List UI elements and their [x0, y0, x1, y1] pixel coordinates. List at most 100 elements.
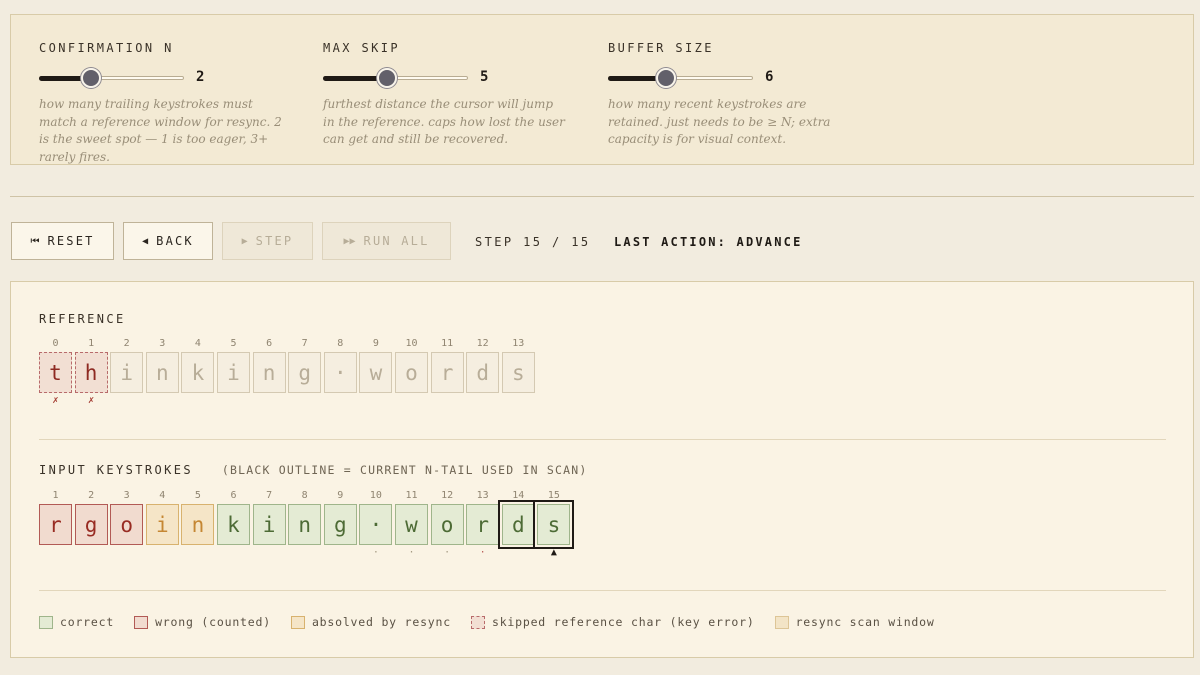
setting-buffer-size: BUFFER SIZE 6 how many recent keystrokes… — [608, 41, 858, 149]
input-index: 8 — [301, 490, 308, 501]
legend-item-window: resync scan window — [774, 615, 935, 629]
input-cell: 7i — [252, 490, 286, 561]
reset-button[interactable]: ⏮ RESET — [11, 222, 114, 260]
reference-char: s — [501, 352, 535, 393]
skip-back-icon: ⏮ — [30, 235, 40, 247]
reference-char: d — [466, 352, 500, 393]
reference-cell: 5i — [217, 338, 250, 409]
reference-index: 13 — [512, 338, 525, 349]
input-char: s — [537, 504, 571, 545]
reference-cell: 7g — [288, 338, 322, 409]
input-mark — [288, 547, 321, 561]
input-index: 9 — [337, 490, 344, 501]
scan-window-mark: · — [479, 547, 486, 558]
reference-cell: 12 d — [466, 338, 500, 409]
input-cell: 15 s ▲ — [537, 490, 571, 561]
reference-index: 1 — [88, 338, 95, 349]
section-divider — [39, 590, 1166, 591]
reference-mark — [502, 395, 535, 409]
input-mark — [39, 547, 72, 561]
slider-thumb[interactable] — [656, 68, 676, 88]
input-char: r — [39, 504, 72, 545]
input-index: 4 — [159, 490, 166, 501]
legend-label: resync scan window — [795, 615, 935, 629]
input-note: (BLACK OUTLINE = CURRENT N-TAIL USED IN … — [221, 463, 588, 477]
run-all-button[interactable]: ▶▶ RUN ALL — [322, 222, 451, 260]
input-cell: 11 w · — [395, 490, 428, 561]
input-index: 7 — [266, 490, 273, 501]
divider — [10, 196, 1194, 197]
legend-label: correct — [60, 615, 115, 629]
reference-index: 10 — [405, 338, 418, 349]
buffer-size-slider[interactable]: 6 — [608, 67, 858, 89]
input-cell: 1r — [39, 490, 72, 561]
input-cell: 3o — [110, 490, 144, 561]
slider-thumb[interactable] — [376, 68, 397, 88]
input-index: 3 — [123, 490, 130, 501]
reference-mark — [253, 395, 286, 409]
step-counter: STEP 15 / 15 — [475, 235, 591, 249]
input-cell: 8n — [288, 490, 322, 561]
input-cell: 5n — [181, 490, 215, 561]
reference-label: REFERENCE — [39, 312, 126, 326]
reference-mark — [110, 395, 143, 409]
reference-mark — [395, 395, 428, 409]
input-cell: 9g — [323, 490, 357, 561]
reference-char: n — [145, 352, 179, 393]
input-index: 11 — [405, 490, 418, 501]
reference-mark — [359, 395, 392, 409]
reset-label: RESET — [47, 234, 95, 248]
max-skip-slider[interactable]: 5 — [323, 67, 573, 89]
input-char: o — [110, 504, 144, 545]
input-keystrokes-label: INPUT KEYSTROKES (BLACK OUTLINE = CURREN… — [39, 463, 587, 477]
reference-cell: 3n — [145, 338, 179, 409]
slider-thumb[interactable] — [81, 68, 102, 88]
input-mark — [217, 547, 250, 561]
reference-char: t — [39, 352, 72, 393]
input-cell: 14 d — [501, 490, 535, 561]
reference-char: i — [217, 352, 250, 393]
legend-label: wrong (counted) — [155, 615, 271, 629]
reference-char: w — [359, 352, 393, 393]
input-cell: 10 · · — [359, 490, 393, 561]
legend-swatch — [290, 615, 305, 629]
legend-swatch — [134, 615, 149, 629]
setting-confirmation-n: CONFIRMATION N 2 how many trailing keyst… — [39, 41, 289, 166]
reference-index: 12 — [476, 338, 489, 349]
reference-index: 0 — [52, 338, 59, 349]
back-label: BACK — [156, 234, 194, 248]
input-mark — [253, 547, 286, 561]
back-arrow-icon: ◀ — [142, 235, 149, 247]
reference-index: 7 — [301, 338, 308, 349]
slider-value: 6 — [765, 69, 774, 85]
section-divider — [39, 439, 1166, 440]
reference-cell: 4k — [181, 338, 215, 409]
input-char: i — [145, 504, 179, 545]
input-cell: 2g — [74, 490, 108, 561]
input-index: 10 — [369, 490, 382, 501]
reference-char: i — [110, 352, 144, 393]
reference-cell: 2i — [110, 338, 144, 409]
setting-label: MAX SKIP — [323, 41, 400, 55]
reference-mark — [288, 395, 321, 409]
back-button[interactable]: ◀ BACK — [123, 222, 213, 260]
scan-window-mark: · — [408, 547, 415, 558]
legend-swatch — [774, 615, 789, 629]
reference-mark — [431, 395, 464, 409]
fast-forward-icon: ▶▶ — [343, 235, 356, 247]
reference-index: 8 — [337, 338, 344, 349]
legend-item-skipped: skipped reference char (key error) — [470, 615, 755, 629]
input-index: 6 — [230, 490, 237, 501]
input-char: w — [395, 504, 428, 545]
play-icon: ▶ — [241, 235, 248, 247]
setting-max-skip: MAX SKIP 5 furthest distance the cursor … — [323, 41, 573, 149]
input-char: · — [359, 504, 393, 545]
confirmation-n-slider[interactable]: 2 — [39, 67, 289, 89]
input-index: 2 — [88, 490, 95, 501]
reference-index: 4 — [194, 338, 201, 349]
input-char: i — [252, 504, 286, 545]
input-char: o — [430, 504, 464, 545]
step-button[interactable]: ▶ STEP — [222, 222, 313, 260]
reference-cell: 11 r — [430, 338, 464, 409]
reference-char: g — [288, 352, 322, 393]
